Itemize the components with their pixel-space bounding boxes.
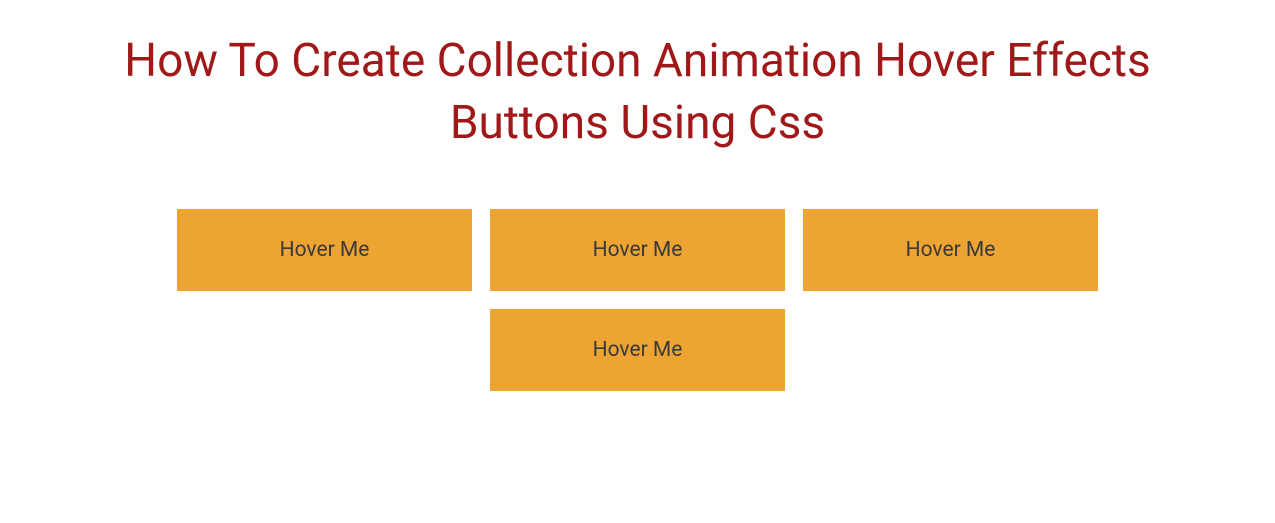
- button-container: Hover Me Hover Me Hover Me Hover Me: [148, 209, 1128, 391]
- hover-button-2[interactable]: Hover Me: [490, 209, 785, 291]
- hover-button-3[interactable]: Hover Me: [803, 209, 1098, 291]
- hover-button-1[interactable]: Hover Me: [177, 209, 472, 291]
- page-title: How To Create Collection Animation Hover…: [108, 30, 1168, 154]
- hover-button-4[interactable]: Hover Me: [490, 309, 785, 391]
